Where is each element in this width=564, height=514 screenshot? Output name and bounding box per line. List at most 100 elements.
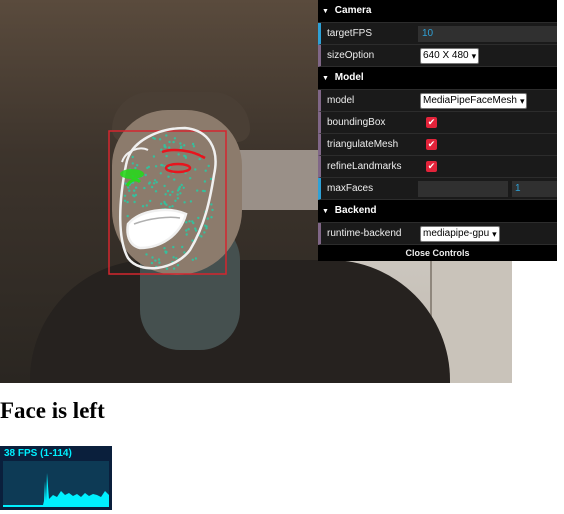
mesh-landmark-dot [133,200,136,204]
triangle-down-icon: ▼ [322,208,329,215]
mesh-landmark-dot [134,166,137,170]
fps-stats-panel[interactable]: 38 FPS (1-114) [0,446,112,510]
triangle-down-icon: ▼ [322,75,329,82]
checkmark-icon: ✔ [427,139,436,149]
max-faces-label: maxFaces [327,183,374,194]
mesh-landmark-dot [192,145,196,148]
model-folder-label: Model [334,72,364,83]
model-select[interactable]: MediaPipeFaceMesh ▾ [420,92,528,109]
face-direction-heading: Face is left [0,398,105,423]
model-folder-title[interactable]: ▼ Model [318,67,557,90]
mesh-landmark-dot [150,185,154,189]
mesh-landmark-dot [189,177,192,180]
mesh-landmark-dot [210,216,213,219]
mesh-landmark-dot [145,253,148,256]
mesh-landmark-dot [131,155,134,159]
backend-folder-title[interactable]: ▼ Backend [318,200,557,223]
bounding-box-checkbox[interactable]: ✔ [426,117,437,128]
mesh-landmark-dot [127,186,130,189]
fps-graph-bars [3,473,109,507]
mesh-landmark-dot [201,189,205,193]
triangulate-mesh-checkbox[interactable]: ✔ [426,139,437,150]
refine-landmarks-checkbox[interactable]: ✔ [426,161,437,172]
mesh-landmark-dot [161,164,164,167]
mesh-landmark-dot [207,164,210,168]
mesh-landmark-dot [165,250,168,254]
mesh-landmark-dot [172,140,175,144]
mesh-landmark-dot [165,267,169,270]
mesh-landmark-dot [172,256,175,259]
mesh-landmark-dot [151,256,154,259]
mesh-landmark-dot [158,261,161,264]
mesh-landmark-dot [153,137,156,140]
mesh-landmark-dot [157,258,161,261]
mesh-landmark-dot [154,190,158,193]
mesh-landmark-dot [165,203,168,206]
mesh-landmark-dot [123,199,127,202]
mesh-landmark-dot [168,140,171,144]
mesh-landmark-dot [141,205,145,208]
triangulate-mesh-row: triangulateMesh ✔ [318,134,557,156]
chevron-down-icon: ▾ [519,95,525,106]
fps-stats-text: 38 FPS (1-114) [4,448,72,459]
fps-graph-area [3,473,109,507]
controls-panel: ▼ Camera targetFPS 10 sizeOption 640 X 4… [318,0,557,261]
max-faces-slider[interactable] [418,180,508,197]
mesh-landmark-dot [168,146,171,149]
runtime-backend-select[interactable]: mediapipe-gpu ▾ [420,225,500,242]
close-controls-button[interactable]: Close Controls [318,245,557,261]
mesh-landmark-dot [181,245,184,249]
mesh-landmark-dot [136,164,139,167]
right-brow-contour [161,148,206,160]
refine-landmarks-row: refineLandmarks ✔ [318,156,557,178]
size-option-select[interactable]: 640 X 480 ▾ [420,47,480,64]
mesh-landmark-dot [204,169,207,172]
backend-folder-label: Backend [334,205,377,216]
camera-folder-label: Camera [334,5,372,16]
mesh-landmark-dot [149,199,152,203]
mesh-landmark-dot [148,181,152,184]
mesh-landmark-dot [185,221,188,224]
camera-folder-title[interactable]: ▼ Camera [318,0,557,23]
checkmark-icon: ✔ [427,117,436,127]
mesh-landmark-dot [185,229,188,232]
mesh-landmark-dot [184,156,188,159]
mesh-landmark-dot [146,166,149,170]
size-option-value: 640 X 480 [423,49,469,61]
mesh-landmark-dot [173,137,177,140]
mesh-landmark-dot [191,258,194,261]
mesh-landmark-dot [163,200,166,204]
mesh-landmark-dot [131,162,134,165]
mesh-landmark-dot [198,157,201,161]
mesh-landmark-dot [194,168,197,171]
left-eye-contour [120,169,144,179]
mesh-landmark-dot [183,154,186,157]
bounding-box-label: boundingBox [327,117,386,128]
mesh-landmark-dot [194,227,197,230]
triangulate-mesh-label: triangulateMesh [327,139,399,150]
mesh-landmark-dot [183,251,186,254]
mesh-landmark-dot [133,189,136,192]
mesh-landmark-dot [204,224,207,227]
mesh-landmark-dot [144,173,147,177]
mesh-landmark-dot [180,183,183,187]
mesh-landmark-dot [176,197,180,200]
mesh-landmark-dot [203,180,207,183]
model-row: model MediaPipeFaceMesh ▾ [318,90,557,112]
mesh-landmark-dot [210,203,213,206]
size-option-label: sizeOption [327,50,375,61]
mesh-landmark-dot [172,245,175,249]
mesh-landmark-dot [159,172,162,175]
mesh-landmark-dot [167,175,170,178]
mesh-landmark-dot [158,138,162,141]
target-fps-row: targetFPS 10 [318,23,557,45]
mesh-landmark-dot [191,142,195,146]
mesh-landmark-dot [200,235,203,238]
size-option-row: sizeOption 640 X 480 ▾ [318,45,557,67]
mesh-landmark-dot [145,204,148,207]
target-fps-input[interactable]: 10 [418,25,557,42]
max-faces-input[interactable]: 1 [512,180,557,197]
mesh-landmark-dot [169,193,172,197]
mesh-landmark-dot [160,148,163,151]
mesh-landmark-dot [211,208,214,212]
